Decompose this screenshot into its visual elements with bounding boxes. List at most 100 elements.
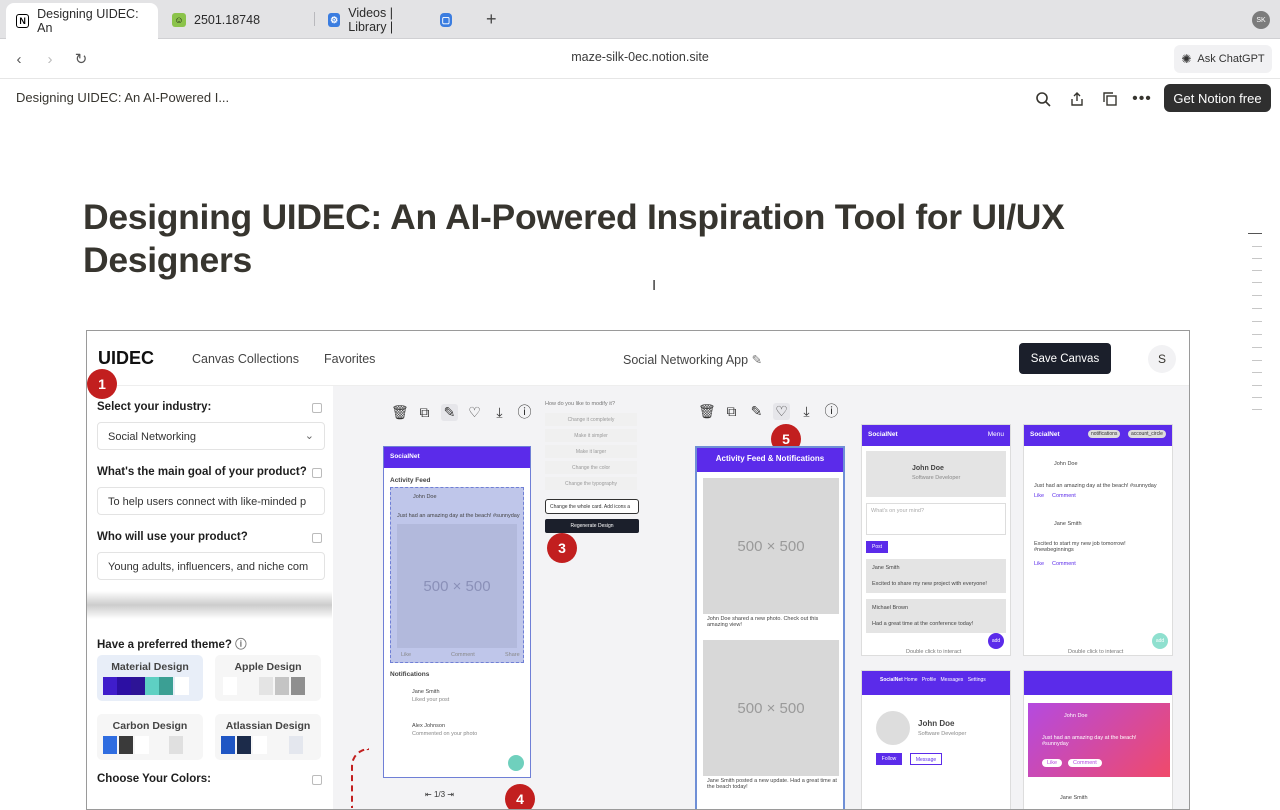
download-icon: ⤓ bbox=[803, 402, 810, 419]
card-brand: SocialNet Menu bbox=[862, 425, 1010, 446]
theme-atlassian: Atlassian Design bbox=[215, 714, 321, 760]
outline-line bbox=[1252, 347, 1262, 348]
get-notion-free-button[interactable]: Get Notion free bbox=[1164, 84, 1271, 112]
tab-divider bbox=[314, 12, 315, 26]
lock-icon bbox=[312, 403, 322, 413]
outline-line bbox=[1252, 372, 1262, 373]
design-card-profile: SocialNet Home Profile Messages Settings… bbox=[861, 670, 1011, 809]
outline-line bbox=[1252, 385, 1262, 386]
share-icon[interactable] bbox=[1067, 89, 1087, 109]
search-icon[interactable] bbox=[1033, 89, 1053, 109]
design-card-gradient: John Doe Just had an amazing day at the … bbox=[1023, 670, 1173, 809]
arxiv-icon: ☺ bbox=[172, 13, 186, 27]
modify-option: Make it simpler bbox=[545, 429, 637, 442]
url-bar[interactable]: maze-silk-0ec.notion.site bbox=[440, 50, 840, 64]
profile-avatar[interactable]: SK bbox=[1252, 11, 1270, 29]
swatch bbox=[259, 677, 273, 695]
modify-input: Change the whole card. Add icons a bbox=[545, 499, 639, 514]
theme-label: Carbon Design bbox=[112, 720, 188, 732]
chevron-down-icon: ⌄ bbox=[304, 430, 314, 442]
card-toolbar: 🗑 ⧉ ✎ ♡ ⤓ ⓘ bbox=[698, 399, 840, 423]
swatch bbox=[175, 677, 189, 695]
project-name: Social Networking App ✎ bbox=[623, 352, 762, 367]
arrow-dashed-icon bbox=[351, 748, 369, 808]
outline-line bbox=[1252, 334, 1262, 335]
more-options-icon[interactable]: ••• bbox=[1132, 89, 1152, 109]
design-card-activity-notifications: Activity Feed & Notifications 500 × 500 … bbox=[695, 446, 845, 809]
profile-role: Software Developer bbox=[918, 731, 967, 737]
modify-option: Change the typography bbox=[545, 477, 637, 490]
swatch bbox=[159, 677, 173, 695]
like-label: Like bbox=[1034, 493, 1045, 499]
like-chip: Like bbox=[1042, 759, 1063, 767]
swatch bbox=[135, 736, 149, 754]
swatch bbox=[103, 677, 117, 695]
card-brand: SocialNet bbox=[384, 447, 530, 468]
goal-field: To help users connect with like-minded p bbox=[97, 487, 325, 515]
text-cursor-icon: I bbox=[652, 277, 657, 294]
interact-hint: Double click to interact bbox=[906, 649, 962, 655]
theme-carbon: Carbon Design bbox=[97, 714, 203, 760]
heart-icon: ♡ bbox=[468, 403, 481, 420]
nav-item: Settings bbox=[967, 677, 986, 683]
comment-chip: Comment bbox=[1068, 759, 1102, 767]
tab-videos-library[interactable]: ⚙ Videos | Library | ▢ bbox=[318, 4, 470, 36]
reload-icon[interactable]: ↻ bbox=[70, 48, 92, 70]
new-tab-icon[interactable]: + bbox=[486, 9, 497, 30]
modify-question: How do you like to modify it? bbox=[545, 401, 616, 407]
users-question: Who will use your product? bbox=[97, 531, 248, 543]
step-marker-4: 4 bbox=[505, 784, 535, 809]
tab-designing-uidec[interactable]: N Designing UIDEC: An bbox=[6, 3, 158, 39]
project-name-label: Social Networking App bbox=[623, 353, 749, 367]
edit-pencil-icon: ✎ bbox=[751, 353, 763, 367]
ask-chatgpt-button[interactable]: ✺ Ask ChatGPT bbox=[1174, 45, 1272, 73]
copy-icon: ⧉ bbox=[419, 403, 430, 420]
post-text: Had a great time at the conference today… bbox=[872, 621, 974, 627]
fab-add-button: add bbox=[988, 633, 1004, 649]
like-label: Like bbox=[401, 652, 412, 658]
design-card-profile-feed: SocialNet Menu John Doe Software Develope… bbox=[861, 424, 1011, 656]
outline-line bbox=[1252, 409, 1262, 410]
tab-arxiv[interactable]: ☺ 2501.18748 bbox=[162, 4, 312, 36]
theme-label: Apple Design bbox=[234, 661, 302, 673]
duplicate-icon[interactable] bbox=[1100, 89, 1120, 109]
share-label: Share bbox=[505, 652, 520, 658]
forward-icon[interactable]: › bbox=[39, 48, 61, 70]
interact-hint: Double click to interact bbox=[1068, 649, 1124, 655]
back-icon[interactable]: ‹ bbox=[8, 48, 30, 70]
theme-label: Material Design bbox=[111, 661, 189, 673]
status-input: What's on your mind? bbox=[866, 503, 1006, 535]
card-brand: SocialNet notifications account_circle bbox=[1024, 425, 1172, 446]
avatar bbox=[876, 711, 910, 745]
feed-title: Activity Feed bbox=[390, 477, 431, 484]
nav-canvas-collections: Canvas Collections bbox=[192, 352, 299, 366]
outline-line bbox=[1252, 270, 1262, 271]
outline-line bbox=[1252, 360, 1262, 361]
card-header bbox=[1024, 671, 1172, 695]
breadcrumb[interactable]: Designing UIDEC: An AI-Powered I... bbox=[16, 90, 229, 105]
follow-button: Follow bbox=[876, 753, 902, 765]
nav-item: Messages bbox=[940, 677, 964, 683]
ask-chatgpt-label: Ask ChatGPT bbox=[1197, 53, 1265, 65]
modify-option: Change the color bbox=[545, 461, 637, 474]
profile-name: John Doe bbox=[912, 465, 944, 472]
step-marker-1: 1 bbox=[87, 369, 117, 399]
swatch bbox=[119, 736, 133, 754]
save-canvas-button: Save Canvas bbox=[1019, 343, 1111, 374]
account-chip: account_circle bbox=[1128, 430, 1166, 438]
comment-label: Comment bbox=[451, 652, 475, 658]
card-brand-label: SocialNet bbox=[1030, 431, 1060, 438]
swatch bbox=[275, 677, 289, 695]
feed-caption: John Doe shared a new photo. Check out t… bbox=[707, 616, 819, 628]
profile-name: John Doe bbox=[918, 719, 955, 728]
modify-option: Make it larger bbox=[545, 445, 637, 458]
nav-item: Profile bbox=[921, 677, 937, 683]
notion-icon: N bbox=[16, 14, 30, 28]
download-icon: ⤓ bbox=[496, 403, 503, 420]
step-marker-3: 3 bbox=[547, 533, 577, 563]
card-brand-label: SocialNet bbox=[880, 677, 903, 683]
blur-divider bbox=[87, 591, 332, 619]
regenerate-button: Regenerate Design bbox=[545, 519, 639, 533]
post-text: Excited to start my new job tomorrow! #n… bbox=[1034, 541, 1126, 553]
card-title: Activity Feed & Notifications bbox=[697, 448, 843, 472]
